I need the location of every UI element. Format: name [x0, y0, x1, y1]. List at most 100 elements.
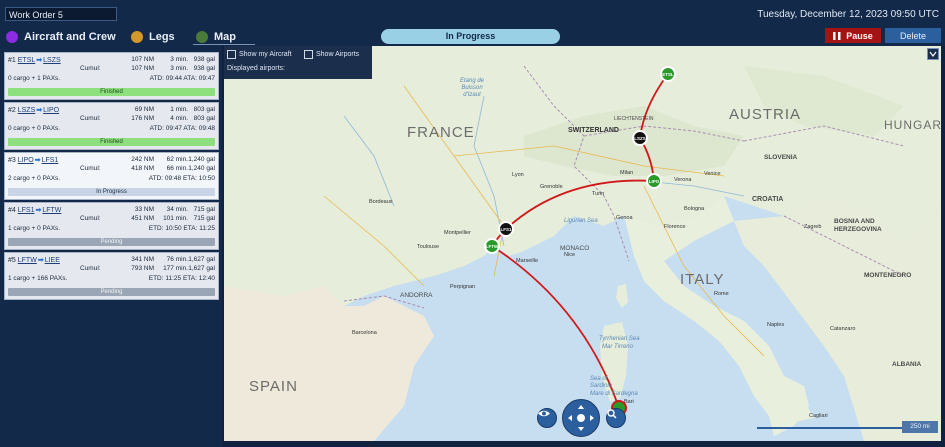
leg-destination-link[interactable]: LSZS — [43, 57, 61, 64]
leg-load: 2 cargo + 0 PAXs. — [8, 175, 61, 182]
arrow-right-icon: ➡ — [34, 157, 41, 164]
leg-route: #4 LFS1➡LFTW — [8, 206, 61, 214]
leg-card[interactable]: #2 LSZS➡LIPO Cumul: 69 NM 176 NM 1 min. … — [4, 102, 219, 150]
top-bar: Work Order 5 Tuesday, December 12, 2023 … — [0, 0, 945, 28]
leg-origin-link[interactable]: LIPO — [18, 157, 34, 164]
leg-origin-link[interactable]: LFTW — [18, 257, 37, 264]
leg-time-cumul: 66 min. — [166, 165, 188, 172]
leg-fuel-cumul: 803 gal — [193, 115, 215, 122]
leg-route: #5 LFTW➡LIEE — [8, 256, 60, 264]
leg-times: ATD: 09:44 ATA: 09:47 — [149, 75, 215, 82]
view-toggle-button[interactable] — [537, 408, 557, 428]
leg-time-cumul: 177 min. — [163, 265, 188, 272]
leg-distance: 107 NM — [131, 56, 154, 63]
leg-fuel-cumul: 938 gal — [193, 65, 215, 72]
tab-label: Legs — [149, 30, 175, 43]
leg-time-cumul: 101 min. — [163, 215, 188, 222]
leg-card[interactable]: #5 LFTW➡LIEE Cumul: 341 NM 793 NM 76 min… — [4, 252, 219, 300]
leg-distance-cumul: 451 NM — [131, 215, 154, 222]
legs-panel: #1 ETSL➡LSZS Cumul: 107 NM 107 NM 3 min.… — [0, 46, 222, 447]
leg-load: 1 cargo + 0 PAXs. — [8, 225, 61, 232]
leg-status-badge: In Progress — [8, 188, 215, 196]
map-view[interactable]: Show my Aircraft Show Airports Displayed… — [224, 46, 941, 441]
leg-times: ATD: 09:47 ATA: 09:48 — [149, 125, 215, 132]
leg-route: #3 LIPO➡LFS1 — [8, 156, 58, 164]
arrow-right-icon: ➡ — [35, 207, 42, 214]
work-order-field[interactable]: Work Order 5 — [5, 7, 117, 21]
leg-number: #4 — [8, 207, 16, 214]
tab-legs[interactable]: Legs — [131, 29, 175, 44]
cumul-label: Cumul: — [80, 215, 101, 222]
zoom-button[interactable] — [606, 408, 626, 428]
leg-times: ETD: 10:50 ETA: 11:25 — [148, 225, 215, 232]
airport-marker-lipo[interactable]: LIPO — [646, 173, 662, 189]
leg-status-badge: Finished — [8, 88, 215, 96]
leg-number: #3 — [8, 157, 16, 164]
leg-time: 34 min. — [166, 206, 188, 213]
leg-status-badge: Pending — [8, 238, 215, 246]
tab-label: Aircraft and Crew — [24, 30, 116, 43]
leg-time: 62 min. — [166, 156, 188, 163]
map-options-panel: Show my Aircraft Show Airports Displayed… — [224, 46, 372, 79]
leg-origin-link[interactable]: LSZS — [18, 107, 36, 114]
leg-fuel: 715 gal — [193, 206, 215, 213]
airport-marker-lftw[interactable]: LFTW — [484, 238, 500, 254]
leg-destination-link[interactable]: LIPO — [43, 107, 59, 114]
map-pan-control[interactable] — [562, 399, 600, 437]
pause-icon — [833, 31, 841, 40]
leg-status-badge: Pending — [8, 288, 215, 296]
leg-distance-cumul: 418 NM — [131, 165, 154, 172]
airport-marker-lfs1[interactable]: LFS1 — [498, 221, 514, 237]
tab-map[interactable]: Map — [196, 29, 236, 44]
leg-distance: 69 NM — [134, 106, 154, 113]
checkbox-label: Show my Aircraft — [239, 51, 292, 58]
show-airports-checkbox[interactable]: Show Airports — [304, 50, 359, 59]
leg-destination-link[interactable]: LFTW — [42, 207, 61, 214]
show-my-aircraft-checkbox[interactable]: Show my Aircraft — [227, 50, 292, 59]
cumul-label: Cumul: — [80, 65, 101, 72]
leg-route: #1 ETSL➡LSZS — [8, 56, 61, 64]
leg-load: 0 cargo + 1 PAXs. — [8, 75, 61, 82]
leg-fuel-cumul: 715 gal — [193, 215, 215, 222]
leg-time-cumul: 3 min. — [170, 65, 188, 72]
leg-times: ATD: 09:48 ETA: 10:50 — [148, 175, 215, 182]
airport-marker-etsl[interactable]: ETSL — [660, 66, 676, 82]
leg-time: 76 min. — [166, 256, 188, 263]
leg-origin-link[interactable]: ETSL — [18, 57, 36, 64]
tab-label: Map — [214, 30, 236, 43]
leg-time-cumul: 4 min. — [170, 115, 188, 122]
leg-destination-link[interactable]: LFS1 — [42, 157, 59, 164]
leg-card[interactable]: #1 ETSL➡LSZS Cumul: 107 NM 107 NM 3 min.… — [4, 52, 219, 100]
legs-list: #1 ETSL➡LSZS Cumul: 107 NM 107 NM 3 min.… — [4, 52, 219, 302]
checkbox-label: Show Airports — [316, 51, 360, 58]
status-pill: In Progress — [381, 29, 560, 44]
current-datetime: Tuesday, December 12, 2023 09:50 UTC — [757, 9, 939, 20]
legs-dot-icon — [131, 30, 143, 43]
leg-card[interactable]: #4 LFS1➡LFTW Cumul: 33 NM 451 NM 34 min.… — [4, 202, 219, 250]
leg-distance-cumul: 107 NM — [131, 65, 154, 72]
delete-button[interactable]: Delete — [885, 28, 941, 43]
pan-arrows-icon — [568, 405, 594, 431]
pause-label: Pause — [846, 30, 873, 41]
arrow-right-icon: ➡ — [36, 57, 43, 64]
arrow-right-icon: ➡ — [36, 107, 43, 114]
leg-fuel: 803 gal — [193, 106, 215, 113]
airport-marker-lszs[interactable]: LSZS — [632, 130, 648, 146]
leg-distance: 33 NM — [134, 206, 154, 213]
search-icon — [607, 409, 617, 419]
tab-aircraft-and-crew[interactable]: Aircraft and Crew — [6, 29, 116, 44]
leg-distance: 242 NM — [131, 156, 154, 163]
cumul-label: Cumul: — [80, 265, 101, 272]
checkbox-box — [227, 50, 236, 59]
leg-time: 3 min. — [170, 56, 188, 63]
map-canvas — [224, 46, 941, 441]
leg-card[interactable]: #3 LIPO➡LFS1 Cumul: 242 NM 418 NM 62 min… — [4, 152, 219, 200]
pause-button[interactable]: Pause — [825, 28, 881, 43]
map-style-dropdown[interactable] — [927, 48, 939, 60]
arrow-right-icon: ➡ — [37, 257, 44, 264]
leg-destination-link[interactable]: LIEE — [45, 257, 60, 264]
cumul-label: Cumul: — [80, 165, 101, 172]
scale-label: 250 mi — [902, 421, 938, 433]
leg-origin-link[interactable]: LFS1 — [18, 207, 35, 214]
leg-fuel: 1,240 gal — [188, 156, 215, 163]
